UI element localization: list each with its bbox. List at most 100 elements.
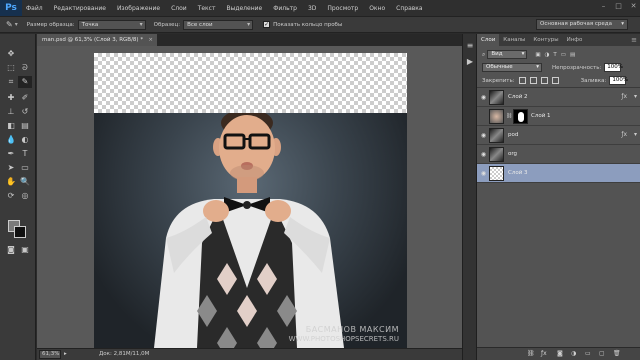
minimize-icon[interactable]: – xyxy=(599,2,608,11)
fx-icon[interactable]: ƒx xyxy=(621,93,627,100)
layer-name: org xyxy=(508,151,518,157)
brush-tool-icon[interactable]: ✐ xyxy=(18,92,32,104)
menu-help[interactable]: Справка xyxy=(396,5,422,12)
new-layer-icon[interactable]: ▢ xyxy=(599,350,605,357)
panel-menu-icon[interactable]: ≡ xyxy=(631,34,637,46)
maximize-icon[interactable]: □ xyxy=(614,2,623,11)
sample-size-select[interactable]: Точка xyxy=(77,19,146,30)
history-brush-icon[interactable]: ↺ xyxy=(18,106,32,118)
menu-window[interactable]: Окно xyxy=(369,5,385,12)
screen-mode-icon[interactable]: ▣ xyxy=(18,244,32,256)
workspace-select[interactable]: Основная рабочая среда xyxy=(536,19,628,30)
eyedropper-tool-icon[interactable]: ✎ xyxy=(18,76,32,88)
dodge-tool-icon[interactable]: ◐ xyxy=(18,134,32,146)
visibility-eye-icon[interactable]: ◉ xyxy=(479,150,488,159)
photo-canvas[interactable]: БАСМАНОВ МАКСИМ WWW.PHOTOSHOPSECRETS.RU xyxy=(94,109,407,348)
shape-tool-icon[interactable]: ▭ xyxy=(18,162,32,174)
zoom-tool-icon[interactable]: 🔍 xyxy=(18,176,32,188)
lock-pixels-icon[interactable] xyxy=(529,77,537,84)
tool-preset-dropdown-icon[interactable]: ▾ xyxy=(15,21,18,28)
document-tab-bar: man.psd @ 61,3% (Слой 3, RGB/8) * × xyxy=(37,34,462,46)
pen-tool-icon[interactable]: ✒ xyxy=(4,148,18,160)
filter-pixel-icon[interactable]: ▣ xyxy=(535,52,540,58)
visibility-eye-icon[interactable]: ◉ xyxy=(479,131,488,140)
eyedropper-icon[interactable]: ✎ xyxy=(6,20,13,29)
crop-tool-icon[interactable]: ⌗ xyxy=(4,76,18,88)
status-menu-icon[interactable]: ▸ xyxy=(64,349,67,360)
filter-adjust-icon[interactable]: ◑ xyxy=(545,52,550,58)
marquee-tool-icon[interactable]: ⬚ xyxy=(4,62,18,74)
gradient-tool-icon[interactable]: ▤ xyxy=(18,120,32,132)
blur-tool-icon[interactable]: 💧 xyxy=(4,134,18,146)
tab-info[interactable]: Инфо xyxy=(563,34,587,46)
menu-filter[interactable]: Фильтр xyxy=(273,5,297,12)
lock-position-icon[interactable] xyxy=(540,77,548,84)
type-tool-icon[interactable]: T xyxy=(18,148,32,160)
fx-icon[interactable]: ƒx xyxy=(621,131,627,138)
tab-layers[interactable]: Слои xyxy=(477,34,500,46)
3d-rotate-icon[interactable]: ⟳ xyxy=(4,190,18,202)
document-tab[interactable]: man.psd @ 61,3% (Слой 3, RGB/8) * × xyxy=(37,34,157,46)
layer-row[interactable]: ◉ org xyxy=(477,145,640,164)
lock-transparent-icon[interactable] xyxy=(518,77,526,84)
show-ring-label: Показать кольцо пробы xyxy=(273,21,343,28)
show-ring-checkbox[interactable]: ✓ xyxy=(263,21,271,28)
photoshop-logo: Ps xyxy=(0,0,22,16)
layer-row[interactable]: ◉ Слой 2 ƒx ▾ xyxy=(477,88,640,107)
canvas-area[interactable]: БАСМАНОВ МАКСИМ WWW.PHOTOSHOPSECRETS.RU xyxy=(37,46,462,348)
new-group-icon[interactable]: ▭ xyxy=(585,350,591,357)
clone-stamp-icon[interactable]: ⊥ xyxy=(4,106,18,118)
add-mask-icon[interactable]: ◙ xyxy=(557,350,563,357)
3d-camera-icon[interactable]: ◎ xyxy=(18,190,32,202)
expand-chevron-icon[interactable]: ▾ xyxy=(634,131,637,138)
layer-mask-thumbnail[interactable] xyxy=(513,109,528,124)
background-color-swatch[interactable] xyxy=(14,226,26,238)
trash-icon[interactable]: 🗑 xyxy=(613,350,621,357)
tab-paths[interactable]: Контуры xyxy=(529,34,562,46)
lock-all-icon[interactable] xyxy=(551,77,559,84)
actions-panel-icon[interactable]: ▶ xyxy=(463,56,477,68)
menu-image[interactable]: Изображение xyxy=(117,5,160,12)
add-style-icon[interactable]: ƒx xyxy=(541,350,547,357)
link-layers-icon[interactable]: ⛓ xyxy=(527,350,535,357)
kind-filter-select[interactable]: Вид xyxy=(487,50,528,59)
healing-tool-icon[interactable]: ✚ xyxy=(4,92,18,104)
layer-row-selected[interactable]: ◉ Слой 3 xyxy=(477,164,640,183)
tab-channels[interactable]: Каналы xyxy=(499,34,529,46)
menu-edit[interactable]: Редактирование xyxy=(54,5,106,12)
history-panel-icon[interactable]: ≡ xyxy=(463,40,477,52)
link-chain-icon[interactable]: ⛓ xyxy=(506,113,512,119)
layer-row[interactable]: ◉ pod ƒx ▾ xyxy=(477,126,640,145)
menu-file[interactable]: Файл xyxy=(26,5,43,12)
sample-select[interactable]: Все слои xyxy=(183,19,254,30)
menu-select[interactable]: Выделение xyxy=(226,5,262,12)
visibility-eye-icon[interactable]: ◉ xyxy=(479,169,488,178)
adjustment-layer-icon[interactable]: ◑ xyxy=(571,350,576,357)
menu-3d[interactable]: 3D xyxy=(308,5,316,12)
eraser-tool-icon[interactable]: ◧ xyxy=(4,120,18,132)
move-tool-icon[interactable]: ✥ xyxy=(4,48,18,60)
blend-mode-select[interactable]: Обычные xyxy=(482,63,542,72)
filter-smart-icon[interactable]: ▤ xyxy=(570,52,575,58)
transparent-area xyxy=(94,53,407,113)
lasso-tool-icon[interactable]: ᘐ xyxy=(18,62,32,74)
filter-shape-icon[interactable]: ▭ xyxy=(561,52,566,58)
layer-name: Слой 3 xyxy=(508,170,528,176)
menu-type[interactable]: Текст xyxy=(198,5,216,12)
quick-mask-icon[interactable]: ◙ xyxy=(4,244,18,256)
opacity-field[interactable]: 100% xyxy=(604,63,623,72)
close-tab-icon[interactable]: × xyxy=(148,34,153,46)
path-selection-icon[interactable]: ➤ xyxy=(4,162,18,174)
menu-view[interactable]: Просмотр xyxy=(327,5,358,12)
filter-type-icon[interactable]: T xyxy=(553,52,556,58)
zoom-field[interactable]: 61,3% xyxy=(39,350,61,359)
visibility-off-icon[interactable] xyxy=(479,112,488,121)
status-bar: 61,3% ▸ Док: 2,81M/11,0M xyxy=(37,348,462,360)
close-icon[interactable]: ✕ xyxy=(629,2,638,11)
visibility-eye-icon[interactable]: ◉ xyxy=(479,93,488,102)
fill-field[interactable]: 100% xyxy=(609,76,628,85)
expand-chevron-icon[interactable]: ▾ xyxy=(634,93,637,100)
menu-layers[interactable]: Слои xyxy=(171,5,187,12)
layer-row[interactable]: ⛓ Слой 1 xyxy=(477,107,640,126)
hand-tool-icon[interactable]: ✋ xyxy=(4,176,18,188)
